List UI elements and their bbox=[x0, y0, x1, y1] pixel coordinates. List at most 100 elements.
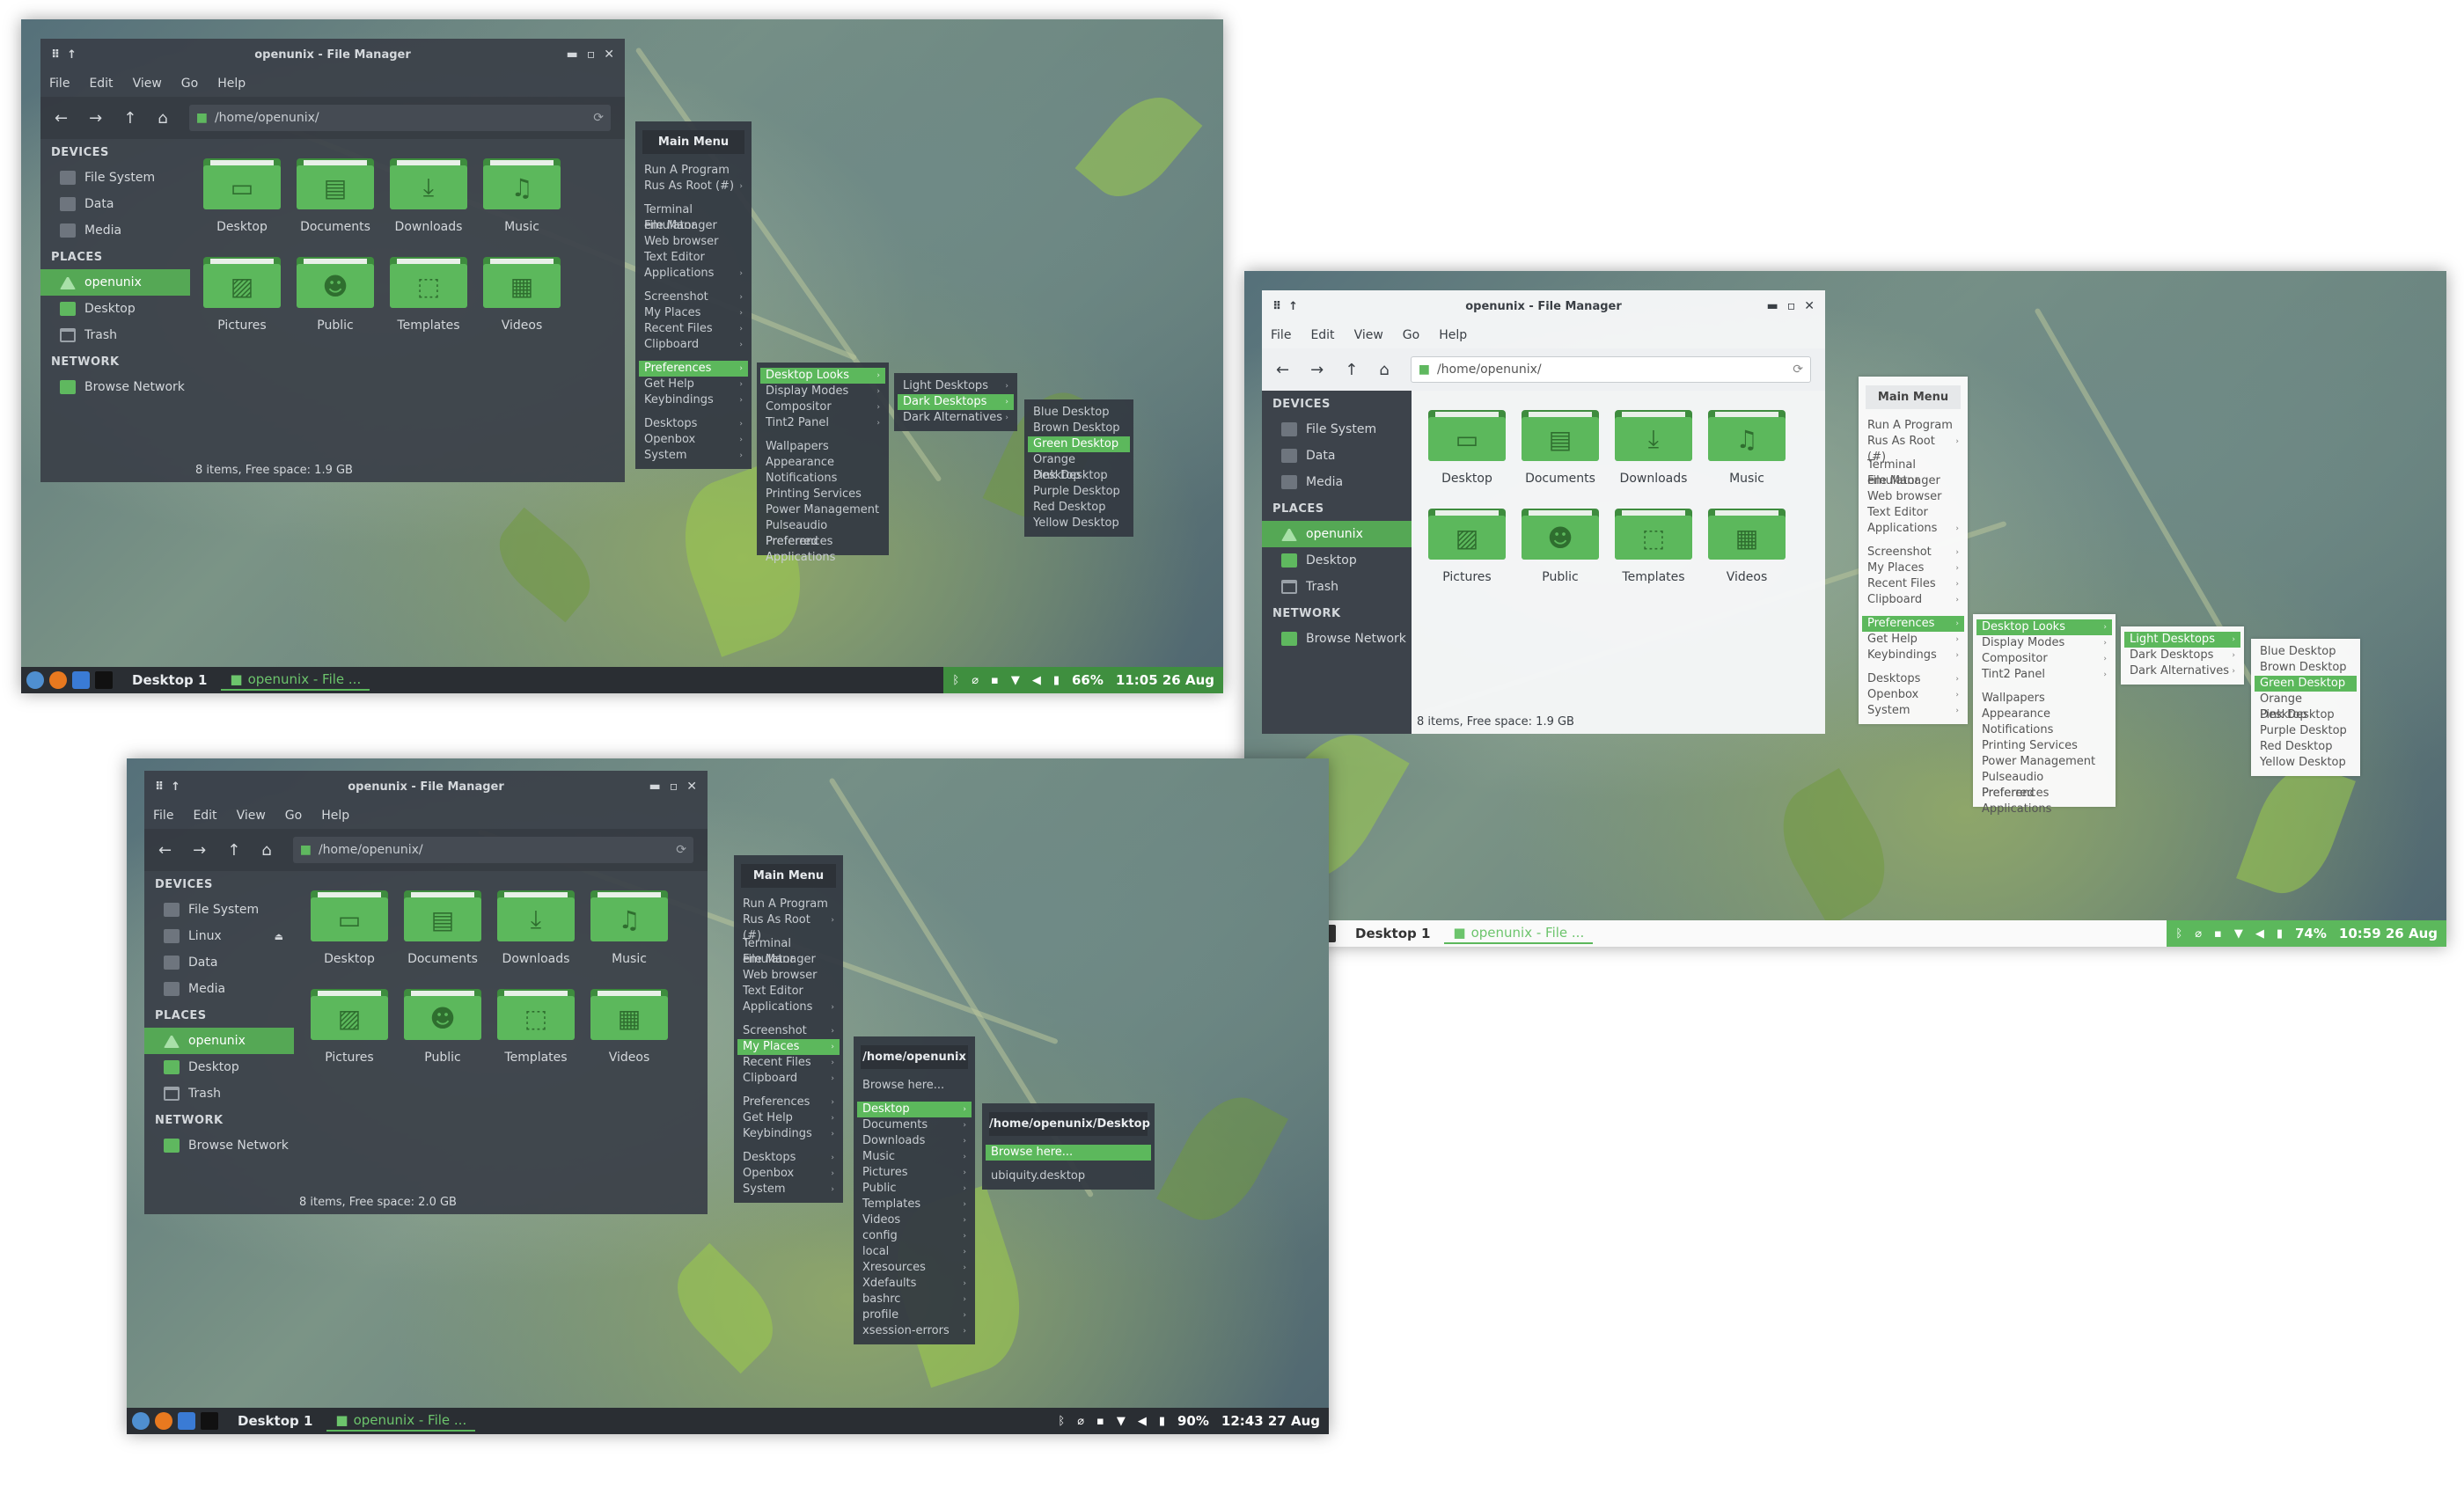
folder-desktop[interactable]: ▭ Desktop bbox=[1420, 405, 1514, 486]
menu-item[interactable]: Keybindings › bbox=[1859, 648, 1968, 663]
minimize-icon[interactable]: ▬ bbox=[649, 780, 661, 794]
menu-help[interactable]: Help bbox=[217, 77, 246, 91]
menu-item[interactable]: Run A Program bbox=[635, 163, 752, 179]
bluetooth-icon[interactable]: ᛒ bbox=[1058, 1415, 1065, 1428]
paperclip-icon[interactable]: ⌀ bbox=[2195, 927, 2202, 941]
file-manager-launcher-icon[interactable] bbox=[72, 671, 90, 689]
menu-item[interactable]: Preferred Applications bbox=[757, 534, 889, 564]
menu-item[interactable]: System › bbox=[1859, 703, 1968, 719]
menu-item[interactable]: Blue Desktop bbox=[2251, 644, 2360, 660]
minimize-icon[interactable]: ▬ bbox=[567, 48, 578, 62]
menu-item[interactable]: bashrc › bbox=[854, 1292, 975, 1307]
menu-item[interactable]: System › bbox=[734, 1182, 843, 1197]
menu-item[interactable]: Appearance bbox=[1973, 707, 2116, 722]
menu-item[interactable]: Dark Alternatives › bbox=[2121, 663, 2244, 679]
folder-music[interactable]: ♫ Music bbox=[583, 885, 676, 966]
menu-item[interactable]: Printing Services bbox=[757, 487, 889, 502]
menu-item[interactable]: Display Modes › bbox=[1973, 635, 2116, 651]
menu-item-desktop[interactable]: Desktop › bbox=[857, 1102, 972, 1117]
display-icon[interactable]: ▪ bbox=[2214, 927, 2222, 941]
sidebar-item-file-system[interactable]: File System bbox=[144, 897, 294, 923]
reload-icon[interactable]: ⟳ bbox=[593, 111, 604, 125]
eject-icon[interactable]: ⏏ bbox=[275, 931, 283, 942]
close-icon[interactable]: ✕ bbox=[604, 48, 614, 62]
sidebar-item-data[interactable]: Data bbox=[40, 191, 190, 217]
menu-item[interactable]: Notifications bbox=[757, 471, 889, 487]
menu-item[interactable]: File Manager bbox=[734, 952, 843, 968]
up-icon[interactable]: ↑ bbox=[1345, 361, 1358, 379]
menu-item[interactable]: Get Help › bbox=[635, 377, 752, 392]
folder-pictures[interactable]: ▨ Pictures bbox=[303, 984, 396, 1065]
menu-go[interactable]: Go bbox=[1403, 328, 1419, 342]
folder-pictures[interactable]: ▨ Pictures bbox=[1420, 503, 1514, 584]
menu-item[interactable]: Pink Desktop bbox=[1024, 468, 1133, 484]
menu-item[interactable]: Openbox › bbox=[734, 1166, 843, 1182]
menu-launcher-icon[interactable] bbox=[132, 1412, 150, 1430]
bluetooth-icon[interactable]: ᛒ bbox=[952, 674, 959, 687]
forward-icon[interactable]: → bbox=[1310, 361, 1324, 379]
title-bar[interactable]: ⠿ ↑ openunix - File Manager ▬ ▫ ✕ bbox=[1262, 290, 1825, 322]
sidebar-item-openunix[interactable]: openunix bbox=[1262, 521, 1412, 547]
menu-item[interactable]: Purple Desktop bbox=[2251, 723, 2360, 739]
menu-item[interactable]: Clipboard › bbox=[734, 1071, 843, 1087]
menu-item[interactable]: Openbox › bbox=[1859, 687, 1968, 703]
menu-item[interactable]: Web browser bbox=[1859, 489, 1968, 505]
menu-item[interactable]: Rus As Root (#) › bbox=[1859, 434, 1968, 464]
folder-templates[interactable]: ⬚ Templates bbox=[489, 984, 583, 1065]
menu-edit[interactable]: Edit bbox=[1310, 328, 1334, 342]
menu-item[interactable]: Desktops › bbox=[734, 1150, 843, 1166]
menu-item[interactable]: Recent Files › bbox=[734, 1055, 843, 1071]
volume-icon[interactable]: ◀ bbox=[1138, 1415, 1147, 1428]
menu-go[interactable]: Go bbox=[181, 77, 198, 91]
folder-downloads[interactable]: ⤓ Downloads bbox=[489, 885, 583, 966]
menu-item[interactable]: Power Management bbox=[757, 502, 889, 518]
workspace-label[interactable]: Desktop 1 bbox=[1355, 926, 1430, 941]
menu-item-green-desktop[interactable]: Green Desktop bbox=[2255, 676, 2357, 692]
menu-item[interactable]: Run A Program bbox=[734, 897, 843, 912]
folder-pictures[interactable]: ▨ Pictures bbox=[195, 252, 289, 333]
sidebar-item-media[interactable]: Media bbox=[1262, 469, 1412, 495]
display-icon[interactable]: ▪ bbox=[991, 674, 999, 687]
menu-item[interactable]: Public › bbox=[854, 1181, 975, 1197]
sidebar-item-trash[interactable]: Trash bbox=[1262, 574, 1412, 600]
browse-here-item[interactable]: Browse here... bbox=[854, 1078, 975, 1094]
sidebar-item-data[interactable]: Data bbox=[1262, 443, 1412, 469]
menu-item[interactable]: Rus As Root (#) › bbox=[734, 912, 843, 942]
minimize-icon[interactable]: ▬ bbox=[1767, 299, 1778, 313]
menu-item[interactable]: Dark Desktops › bbox=[2121, 648, 2244, 663]
workspace-label[interactable]: Desktop 1 bbox=[238, 1413, 312, 1429]
menu-item[interactable]: Power Management bbox=[1973, 754, 2116, 770]
menu-item[interactable]: Pulseaudio Preferences bbox=[757, 518, 889, 548]
menu-item-green-desktop[interactable]: Green Desktop bbox=[1028, 436, 1130, 452]
menu-item[interactable]: Web browser bbox=[635, 234, 752, 250]
menu-view[interactable]: View bbox=[237, 809, 266, 823]
menu-item[interactable]: Preferences › bbox=[734, 1095, 843, 1110]
folder-downloads[interactable]: ⤓ Downloads bbox=[382, 153, 475, 234]
browse-here-item[interactable]: Browse here... bbox=[986, 1145, 1151, 1161]
menu-item[interactable]: Orange Desktop bbox=[1024, 452, 1133, 482]
menu-item[interactable]: System › bbox=[635, 448, 752, 464]
menu-item[interactable]: Recent Files › bbox=[1859, 576, 1968, 592]
menu-item[interactable]: Clipboard › bbox=[635, 337, 752, 353]
terminal-icon[interactable] bbox=[201, 1412, 218, 1430]
menu-item[interactable]: local › bbox=[854, 1244, 975, 1260]
menu-item[interactable]: Yellow Desktop bbox=[2251, 755, 2360, 771]
title-bar[interactable]: ⠿ ↑ openunix - File Manager ▬ ▫ ✕ bbox=[144, 771, 708, 802]
menu-item[interactable]: Compositor › bbox=[757, 399, 889, 415]
menu-launcher-icon[interactable] bbox=[26, 671, 44, 689]
menu-item-dark-desktops[interactable]: Dark Desktops › bbox=[898, 394, 1014, 410]
menu-edit[interactable]: Edit bbox=[89, 77, 113, 91]
menu-item[interactable]: Documents › bbox=[854, 1117, 975, 1133]
menu-item[interactable]: Templates › bbox=[854, 1197, 975, 1212]
home-icon[interactable]: ⌂ bbox=[261, 841, 271, 860]
menu-item[interactable]: Get Help › bbox=[734, 1110, 843, 1126]
wifi-icon[interactable]: ▼ bbox=[2234, 927, 2243, 941]
folder-music[interactable]: ♫ Music bbox=[475, 153, 568, 234]
workspace-label[interactable]: Desktop 1 bbox=[132, 672, 207, 688]
maximize-icon[interactable]: ▫ bbox=[587, 48, 596, 62]
menu-item[interactable]: Keybindings › bbox=[734, 1126, 843, 1142]
back-icon[interactable]: ← bbox=[55, 109, 68, 128]
menu-item[interactable]: Text Editor bbox=[734, 984, 843, 1000]
battery-icon[interactable]: ▮ bbox=[1053, 674, 1060, 687]
menu-item[interactable]: Recent Files › bbox=[635, 321, 752, 337]
